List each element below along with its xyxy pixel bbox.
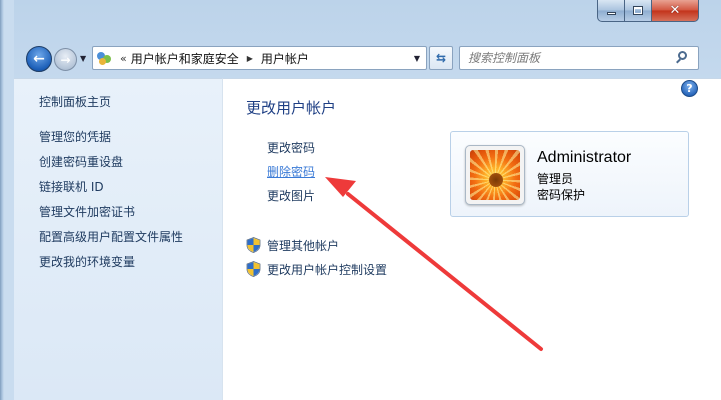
- sidebar-item-create-password-reset-disk[interactable]: 创建密码重设盘: [39, 153, 123, 170]
- maximize-icon: [633, 6, 643, 15]
- sidebar-item-link-online-ids[interactable]: 链接联机 ID: [39, 178, 104, 195]
- address-bar[interactable]: « 用户帐户和家庭安全 ▶ 用户帐户 ▼: [92, 46, 427, 70]
- change-password-link[interactable]: 更改密码: [267, 139, 315, 156]
- help-icon: ?: [686, 82, 693, 95]
- avatar[interactable]: [465, 145, 525, 205]
- user-accounts-icon: [96, 50, 114, 66]
- sidebar-item-manage-encryption-certificates[interactable]: 管理文件加密证书: [39, 203, 135, 220]
- close-button[interactable]: ✕: [652, 0, 699, 22]
- breadcrumb-user-accounts-family-safety[interactable]: 用户帐户和家庭安全: [131, 50, 239, 67]
- minimize-button[interactable]: [597, 0, 625, 22]
- search-box[interactable]: [459, 46, 699, 70]
- recent-pages-dropdown[interactable]: ▼: [80, 54, 86, 63]
- uac-shield-icon: [246, 261, 261, 277]
- page-title: 更改用户帐户: [246, 99, 337, 117]
- search-icon[interactable]: [676, 50, 692, 66]
- address-dropdown-icon[interactable]: ▼: [414, 54, 420, 63]
- sidebar-item-environment-variables[interactable]: 更改我的环境变量: [39, 253, 135, 270]
- forward-button[interactable]: →: [54, 48, 77, 71]
- caption-buttons: ✕: [597, 0, 699, 34]
- window-left-border: [0, 0, 14, 400]
- breadcrumb-overflow[interactable]: «: [120, 52, 127, 65]
- breadcrumb-separator-icon[interactable]: ▶: [247, 54, 253, 63]
- breadcrumb-user-accounts[interactable]: 用户帐户: [261, 50, 309, 67]
- close-icon: ✕: [669, 3, 681, 18]
- help-button[interactable]: ?: [681, 80, 698, 97]
- sidebar-item-control-panel-home[interactable]: 控制面板主页: [39, 93, 111, 110]
- flower-picture-icon: [470, 150, 520, 200]
- account-name: Administrator: [537, 149, 632, 166]
- account-status: 密码保护: [537, 188, 586, 202]
- change-picture-link[interactable]: 更改图片: [267, 187, 315, 204]
- back-button[interactable]: ←: [26, 46, 52, 72]
- remove-password-link[interactable]: 删除密码: [267, 163, 315, 180]
- minimize-icon: [606, 12, 616, 15]
- manage-other-accounts-link[interactable]: 管理其他帐户: [267, 237, 339, 254]
- maximize-button[interactable]: [625, 0, 652, 22]
- account-role: 管理员: [537, 172, 574, 186]
- search-input[interactable]: [468, 48, 676, 68]
- change-uac-settings-link[interactable]: 更改用户帐户控制设置: [267, 261, 387, 278]
- forward-arrow-icon: →: [60, 52, 71, 67]
- refresh-button[interactable]: ⇆: [429, 46, 453, 70]
- sidebar-item-advanced-profile-properties[interactable]: 配置高级用户配置文件属性: [39, 228, 183, 245]
- back-arrow-icon: ←: [33, 51, 45, 67]
- uac-shield-icon: [246, 237, 261, 253]
- sidebar-item-manage-credentials[interactable]: 管理您的凭据: [39, 128, 111, 145]
- refresh-icon: ⇆: [435, 51, 447, 65]
